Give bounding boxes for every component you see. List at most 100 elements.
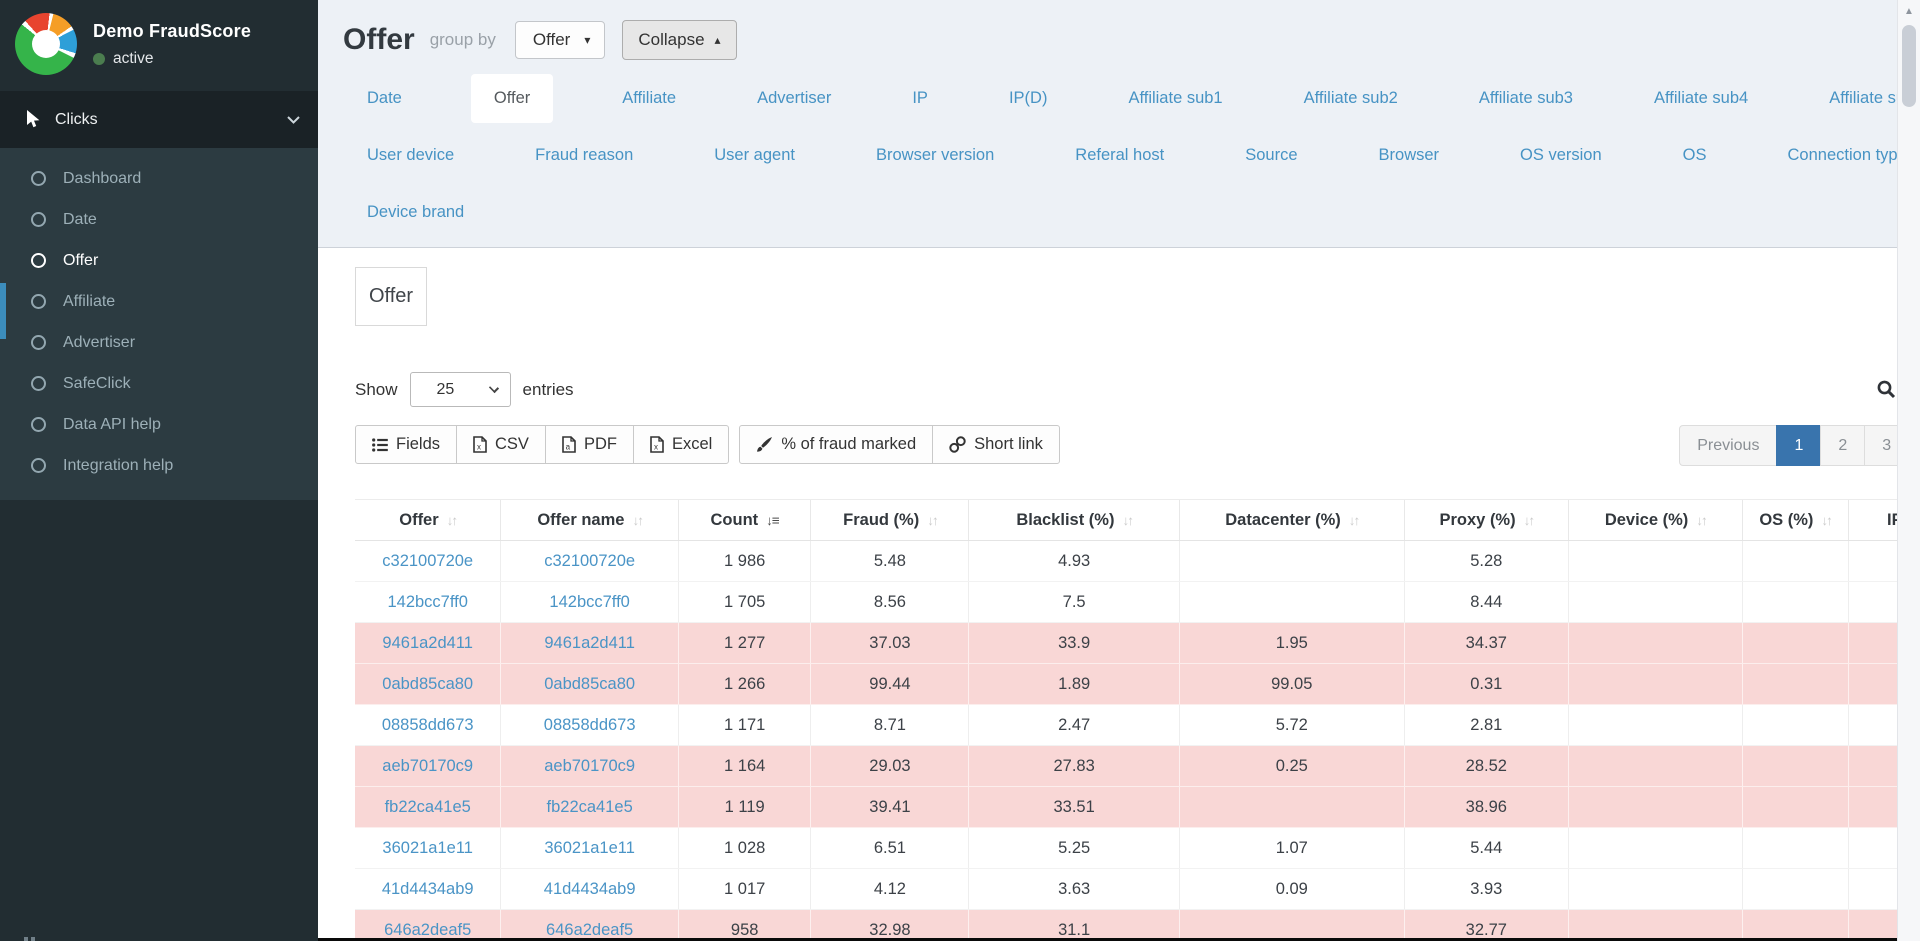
- sort-icon: [439, 511, 457, 529]
- sort-icon: [1688, 511, 1706, 529]
- caret-up-icon: ▴: [715, 33, 721, 47]
- table-row: 142bcc7ff0 142bcc7ff0 1 705 8.56 7.5 8.4…: [355, 582, 1920, 623]
- fraud-cell: 29.03: [869, 757, 910, 775]
- csv-button[interactable]: x CSV: [456, 425, 546, 464]
- offer-link[interactable]: 41d4434ab9: [382, 880, 474, 898]
- tab[interactable]: Browser version: [864, 140, 1006, 171]
- column-header[interactable]: Offer name: [501, 500, 679, 541]
- excel-button[interactable]: x Excel: [633, 425, 729, 464]
- column-header[interactable]: OS (%): [1742, 500, 1848, 541]
- tab[interactable]: Device brand: [355, 197, 476, 228]
- scrollbar-thumb[interactable]: [1902, 25, 1916, 107]
- tab[interactable]: Fraud reason: [523, 140, 645, 171]
- tab[interactable]: Date: [355, 83, 414, 114]
- brand-title: Demo FraudScore: [93, 21, 251, 42]
- offer-name-link[interactable]: c32100720e: [544, 552, 635, 570]
- column-header[interactable]: Fraud (%): [811, 500, 969, 541]
- offer-link[interactable]: c32100720e: [382, 552, 473, 570]
- offer-name-link[interactable]: 36021a1e11: [544, 839, 635, 857]
- group-by-select[interactable]: Offer ▾: [515, 21, 606, 59]
- page-size-select[interactable]: 25: [410, 372, 511, 407]
- sidebar-item[interactable]: Integration help: [0, 445, 318, 486]
- column-header[interactable]: Proxy (%): [1404, 500, 1568, 541]
- page-button[interactable]: 1: [1776, 425, 1821, 466]
- proxy-cell: 5.44: [1470, 839, 1502, 857]
- offer-name-link[interactable]: 9461a2d411: [544, 634, 635, 652]
- count-cell: 1 119: [725, 798, 765, 816]
- status-dot-icon: [93, 53, 105, 65]
- pagination: Previous12345…137Next: [1679, 425, 1920, 466]
- offer-name-link[interactable]: fb22ca41e5: [547, 798, 633, 816]
- column-header[interactable]: Device (%): [1568, 500, 1742, 541]
- fraud-cell: 6.51: [874, 839, 906, 857]
- tab[interactable]: User device: [355, 140, 466, 171]
- sidebar-section-label: Clicks: [55, 111, 287, 129]
- tab[interactable]: Offer: [471, 74, 553, 123]
- blacklist-cell: 3.63: [1058, 880, 1090, 898]
- offer-name-link[interactable]: 142bcc7ff0: [549, 593, 629, 611]
- offer-link[interactable]: 0abd85ca80: [382, 675, 473, 693]
- sidebar-item[interactable]: Offer: [0, 240, 318, 281]
- percent-fraud-marked-button[interactable]: % of fraud marked: [739, 425, 933, 464]
- tab[interactable]: OS version: [1508, 140, 1614, 171]
- offer-name-link[interactable]: 08858dd673: [544, 716, 636, 734]
- offer-link[interactable]: 9461a2d411: [382, 634, 473, 652]
- sidebar-item-label: Dashboard: [63, 170, 141, 188]
- tab[interactable]: IP(D): [997, 83, 1060, 114]
- tab[interactable]: IP: [900, 83, 940, 114]
- sidebar-item[interactable]: SafeClick: [0, 363, 318, 404]
- proxy-cell: 3.93: [1470, 880, 1502, 898]
- table-row: 9461a2d411 9461a2d411 1 277 37.03 33.9 1…: [355, 623, 1920, 664]
- offer-name-link[interactable]: aeb70170c9: [544, 757, 635, 775]
- column-header[interactable]: Count: [678, 500, 811, 541]
- tab[interactable]: Affiliate sub4: [1642, 83, 1760, 114]
- offer-link[interactable]: aeb70170c9: [382, 757, 473, 775]
- column-header[interactable]: Offer: [355, 500, 501, 541]
- tab[interactable]: Affiliate sub2: [1292, 83, 1410, 114]
- vertical-scrollbar[interactable]: ▲: [1897, 0, 1920, 941]
- offer-name-link[interactable]: 0abd85ca80: [544, 675, 635, 693]
- fields-button[interactable]: Fields: [355, 425, 457, 464]
- sidebar-item[interactable]: Affiliate: [0, 281, 318, 322]
- file-excel-icon: x: [650, 436, 664, 453]
- sidebar-section-clicks[interactable]: Clicks: [0, 91, 318, 148]
- offer-link[interactable]: 142bcc7ff0: [387, 593, 467, 611]
- panel-title: Offer: [355, 267, 427, 326]
- table-row: 0abd85ca80 0abd85ca80 1 266 99.44 1.89 9…: [355, 664, 1920, 705]
- fraud-cell: 39.41: [869, 798, 910, 816]
- offer-link[interactable]: fb22ca41e5: [385, 798, 471, 816]
- tab[interactable]: Referal host: [1063, 140, 1176, 171]
- collapse-button[interactable]: Collapse ▴: [622, 20, 736, 60]
- pdf-button[interactable]: a PDF: [545, 425, 634, 464]
- sidebar-item[interactable]: Dashboard: [0, 158, 318, 199]
- column-header[interactable]: Datacenter (%): [1179, 500, 1404, 541]
- tab[interactable]: Affiliate sub1: [1116, 83, 1234, 114]
- tab[interactable]: Browser: [1367, 140, 1452, 171]
- cursor-icon: [26, 110, 42, 129]
- count-cell: 1 028: [724, 839, 765, 857]
- offer-link[interactable]: 646a2deaf5: [384, 921, 471, 939]
- tab[interactable]: Advertiser: [745, 83, 843, 114]
- offer-name-link[interactable]: 41d4434ab9: [544, 880, 636, 898]
- scroll-up-arrow-icon[interactable]: ▲: [1898, 6, 1920, 17]
- page-button[interactable]: 2: [1820, 425, 1865, 466]
- column-header[interactable]: Blacklist (%): [969, 500, 1179, 541]
- tab[interactable]: Affiliate: [610, 83, 688, 114]
- tab[interactable]: User agent: [702, 140, 807, 171]
- main-content: Offer group by Offer ▾ Collapse ▴ DateOf…: [318, 0, 1920, 941]
- page-button[interactable]: Previous: [1679, 425, 1777, 466]
- offer-link[interactable]: 36021a1e11: [382, 839, 473, 857]
- short-link-button[interactable]: Short link: [932, 425, 1060, 464]
- sidebar-item[interactable]: Date: [0, 199, 318, 240]
- sidebar: Demo FraudScore active Clicks Dashboard: [0, 0, 318, 941]
- blacklist-cell: 31.1: [1058, 921, 1090, 939]
- sidebar-item[interactable]: Advertiser: [0, 322, 318, 363]
- offer-link[interactable]: 08858dd673: [382, 716, 474, 734]
- offer-name-link[interactable]: 646a2deaf5: [546, 921, 633, 939]
- sidebar-item[interactable]: Data API help: [0, 404, 318, 445]
- fraud-cell: 4.12: [874, 880, 906, 898]
- group-by-value: Offer: [533, 30, 570, 50]
- tab[interactable]: Affiliate sub3: [1467, 83, 1585, 114]
- tab[interactable]: OS: [1671, 140, 1719, 171]
- tab[interactable]: Source: [1233, 140, 1309, 171]
